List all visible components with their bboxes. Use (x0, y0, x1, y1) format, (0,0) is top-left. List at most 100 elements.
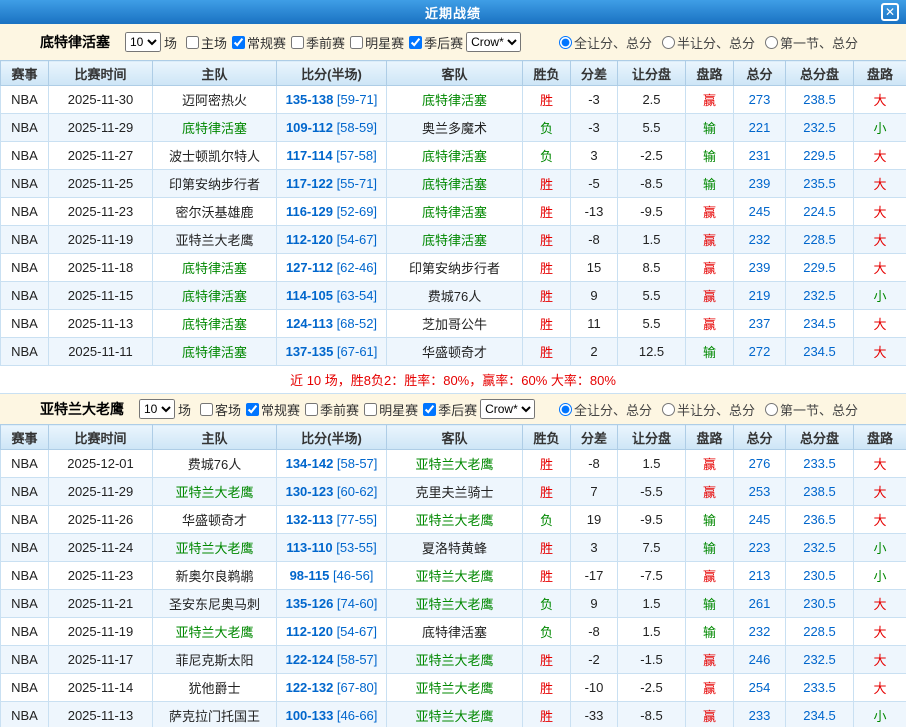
score-cell: 100-133 [46-66] (277, 702, 387, 727)
column-header: 分差 (571, 61, 618, 86)
filter-checkbox[interactable]: 常规赛 (246, 400, 300, 419)
radio-input[interactable] (765, 403, 778, 416)
line-type-radio[interactable]: 第一节、总分 (765, 400, 858, 419)
away-team-cell: 克里夫兰骑士 (387, 478, 523, 506)
total-cell: 246 (734, 646, 786, 674)
column-header: 客队 (387, 61, 523, 86)
line-type-radio[interactable]: 半让分、总分 (662, 400, 755, 419)
column-header: 盘路 (854, 61, 906, 86)
home-team-cell: 华盛顿奇才 (153, 506, 277, 534)
filter-checkbox[interactable]: 主场 (186, 33, 227, 52)
filter-checkbox[interactable]: 明星赛 (364, 400, 418, 419)
score-cell: 127-112 [62-46] (277, 254, 387, 282)
away-team-cell: 夏洛特黄蜂 (387, 534, 523, 562)
filter-checkbox[interactable]: 明星赛 (350, 33, 404, 52)
checkbox-input[interactable] (200, 403, 213, 416)
checkbox-input[interactable] (423, 403, 436, 416)
date-cell: 2025-11-11 (49, 338, 153, 366)
line-type-radio[interactable]: 半让分、总分 (662, 33, 755, 52)
total-line-cell: 238.5 (786, 86, 854, 114)
away-team-cell: 华盛顿奇才 (387, 338, 523, 366)
date-cell: 2025-11-13 (49, 310, 153, 338)
total-cell: 239 (734, 170, 786, 198)
diff-cell: -5 (571, 170, 618, 198)
home-team-cell: 印第安纳步行者 (153, 170, 277, 198)
score-cell: 135-138 [59-71] (277, 86, 387, 114)
home-team-cell: 亚特兰大老鹰 (153, 618, 277, 646)
close-icon[interactable]: ✕ (881, 3, 899, 21)
game-row: NBA2025-11-24亚特兰大老鹰113-110 [53-55]夏洛特黄蜂胜… (1, 534, 906, 562)
handicap-cell: 1.5 (618, 590, 686, 618)
away-team-cell: 奥兰多魔术 (387, 114, 523, 142)
away-team-cell: 底特律活塞 (387, 142, 523, 170)
line-type-radio[interactable]: 第一节、总分 (765, 33, 858, 52)
line-type-radio[interactable]: 全让分、总分 (559, 400, 652, 419)
ou-cell: 小 (854, 282, 906, 310)
radio-input[interactable] (559, 403, 572, 416)
league-cell: NBA (1, 534, 49, 562)
titlebar: 近期战绩 ✕ (0, 0, 906, 24)
checkbox-input[interactable] (291, 36, 304, 49)
bookmaker-select[interactable]: Crow* (466, 32, 521, 52)
total-cell: 273 (734, 86, 786, 114)
total-cell: 232 (734, 226, 786, 254)
radio-input[interactable] (559, 36, 572, 49)
filter-checkbox[interactable]: 季前赛 (305, 400, 359, 419)
ou-cell: 小 (854, 114, 906, 142)
league-cell: NBA (1, 702, 49, 727)
filter-checkbox[interactable]: 季后赛 (423, 400, 477, 419)
away-team-cell: 亚特兰大老鹰 (387, 450, 523, 478)
diff-cell: -13 (571, 198, 618, 226)
date-cell: 2025-12-01 (49, 450, 153, 478)
diff-cell: 15 (571, 254, 618, 282)
away-team-cell: 底特律活塞 (387, 198, 523, 226)
total-cell: 219 (734, 282, 786, 310)
total-cell: 272 (734, 338, 786, 366)
league-cell: NBA (1, 198, 49, 226)
filter-checkbox[interactable]: 常规赛 (232, 33, 286, 52)
total-line-cell: 234.5 (786, 338, 854, 366)
filter-checkbox[interactable]: 客场 (200, 400, 241, 419)
handicap-result-cell: 赢 (686, 310, 734, 338)
bookmaker-select[interactable]: Crow* (480, 399, 535, 419)
games-suffix-label: 场 (164, 33, 177, 52)
checkbox-input[interactable] (350, 36, 363, 49)
checkbox-input[interactable] (409, 36, 422, 49)
radio-input[interactable] (765, 36, 778, 49)
radio-input[interactable] (662, 403, 675, 416)
result-cell: 胜 (523, 170, 571, 198)
score-cell: 130-123 [60-62] (277, 478, 387, 506)
filter-checkbox[interactable]: 季前赛 (291, 33, 345, 52)
checkbox-input[interactable] (364, 403, 377, 416)
games-count-select[interactable]: 10 (125, 32, 161, 52)
total-cell: 261 (734, 590, 786, 618)
line-type-radio[interactable]: 全让分、总分 (559, 33, 652, 52)
total-line-cell: 238.5 (786, 478, 854, 506)
checkbox-input[interactable] (232, 36, 245, 49)
score-cell: 112-120 [54-67] (277, 226, 387, 254)
radio-label: 半让分、总分 (677, 400, 755, 419)
checkbox-input[interactable] (305, 403, 318, 416)
diff-cell: 9 (571, 590, 618, 618)
filter-checkbox[interactable]: 季后赛 (409, 33, 463, 52)
ou-cell: 大 (854, 618, 906, 646)
checkbox-label: 明星赛 (379, 400, 418, 419)
date-cell: 2025-11-17 (49, 646, 153, 674)
away-team-cell: 芝加哥公牛 (387, 310, 523, 338)
date-cell: 2025-11-23 (49, 562, 153, 590)
home-team-cell: 亚特兰大老鹰 (153, 226, 277, 254)
home-team-cell: 圣安东尼奥马刺 (153, 590, 277, 618)
games-count-select[interactable]: 10 (139, 399, 175, 419)
radio-input[interactable] (662, 36, 675, 49)
home-team-cell: 密尔沃基雄鹿 (153, 198, 277, 226)
total-line-cell: 233.5 (786, 674, 854, 702)
home-team-cell: 亚特兰大老鹰 (153, 534, 277, 562)
checkbox-input[interactable] (246, 403, 259, 416)
pistons-section: 底特律活塞 10 场 主场常规赛 季前赛明星赛季后赛 Crow* 全让分、总分半让… (0, 24, 906, 394)
checkbox-label: 季前赛 (306, 33, 345, 52)
column-header: 盘路 (854, 425, 906, 450)
checkbox-input[interactable] (186, 36, 199, 49)
game-type-filters: 客场常规赛季前赛 明星赛季后赛 (195, 400, 477, 419)
game-row: NBA2025-11-23密尔沃基雄鹿116-129 [52-69]底特律活塞胜… (1, 198, 906, 226)
handicap-result-cell: 输 (686, 170, 734, 198)
